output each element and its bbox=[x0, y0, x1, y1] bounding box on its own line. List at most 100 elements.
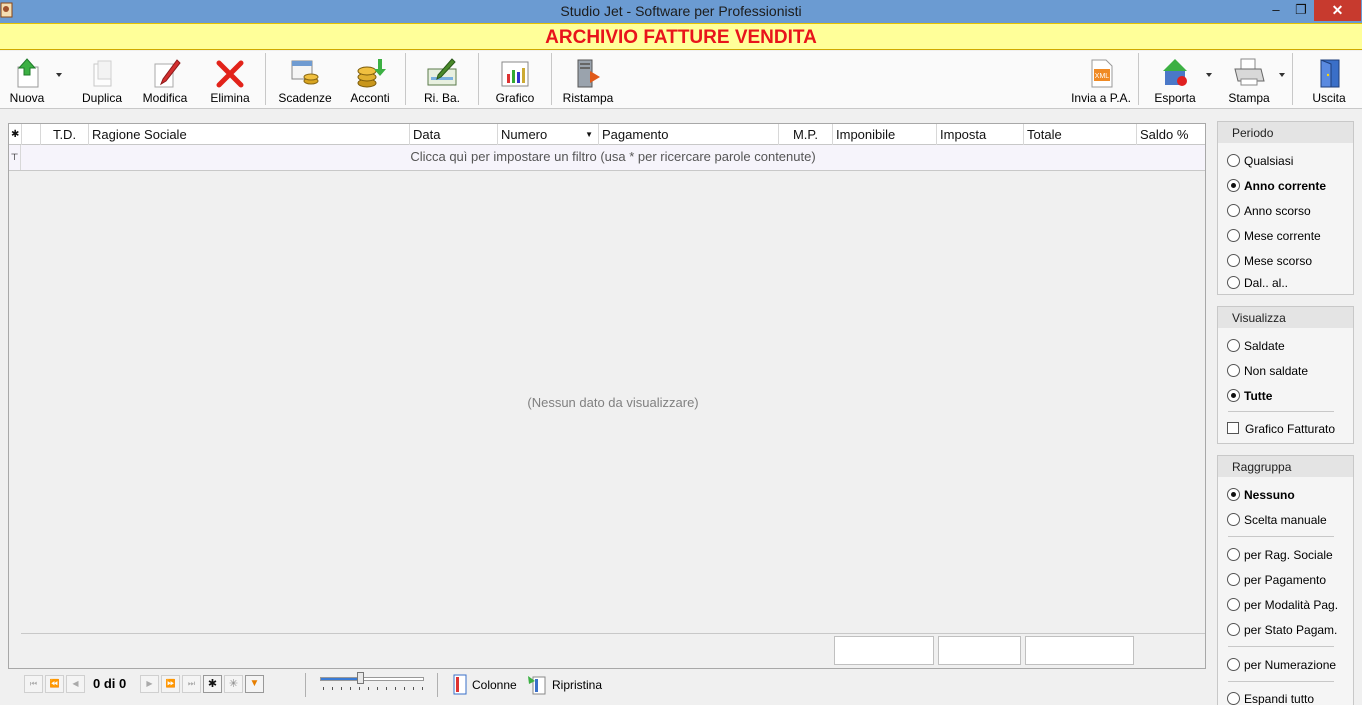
riba-button[interactable]: Ri. Ba. bbox=[416, 55, 468, 107]
close-button[interactable]: ✕ bbox=[1314, 0, 1361, 21]
delete-record-icon[interactable]: ✳ bbox=[224, 675, 243, 693]
periodo-option-label: Dal.. al.. bbox=[1244, 276, 1289, 290]
raggruppa-option[interactable]: per Rag. Sociale bbox=[1227, 547, 1362, 563]
radio-button-icon[interactable] bbox=[1227, 389, 1240, 402]
nuova-button[interactable]: Nuova bbox=[4, 55, 50, 107]
last-record-button[interactable]: ⏭ bbox=[182, 675, 201, 693]
raggruppa-option[interactable]: per Stato Pagam. bbox=[1227, 622, 1362, 638]
checkbox-box[interactable] bbox=[1227, 422, 1239, 434]
esporta-button[interactable]: Esporta bbox=[1148, 55, 1202, 107]
ripristina-button[interactable]: Ripristina bbox=[527, 673, 607, 695]
periodo-option[interactable]: Mese corrente bbox=[1227, 228, 1362, 244]
radio-button-icon[interactable] bbox=[1227, 179, 1240, 192]
column-data[interactable]: Data bbox=[410, 124, 498, 145]
modifica-button[interactable]: Modifica bbox=[138, 55, 192, 107]
grafico-button[interactable]: Grafico bbox=[489, 55, 541, 107]
raggruppa-option[interactable]: Nessuno bbox=[1227, 487, 1362, 503]
previous-page-button[interactable]: ⏪ bbox=[45, 675, 64, 693]
raggruppa-option[interactable]: Espandi tutto bbox=[1227, 691, 1362, 705]
filter-row[interactable]: ⊤ Clicca quì per impostare un filtro (us… bbox=[9, 145, 1205, 171]
raggruppa-option-label: per Stato Pagam. bbox=[1244, 623, 1338, 637]
invia-pa-button[interactable]: XML Invia a P.A. bbox=[1068, 55, 1134, 107]
nuova-dropdown-icon[interactable] bbox=[56, 73, 62, 77]
column-totale[interactable]: Totale bbox=[1024, 124, 1137, 145]
minimize-button[interactable]: ‒ bbox=[1264, 0, 1288, 22]
radio-button-icon[interactable] bbox=[1227, 154, 1240, 167]
colonne-button[interactable]: Colonne bbox=[450, 673, 522, 695]
stampa-button[interactable]: Stampa bbox=[1222, 55, 1276, 107]
column-td[interactable]: T.D. bbox=[41, 124, 89, 145]
radio-button-icon[interactable] bbox=[1227, 488, 1240, 501]
next-page-button[interactable]: ⏩ bbox=[161, 675, 180, 693]
scadenze-button[interactable]: Scadenze bbox=[275, 55, 335, 107]
acconti-button[interactable]: Acconti bbox=[343, 55, 397, 107]
zoom-tick bbox=[368, 687, 369, 690]
radio-button-icon[interactable] bbox=[1227, 513, 1240, 526]
radio-button-icon[interactable] bbox=[1227, 364, 1240, 377]
restore-icon bbox=[528, 676, 546, 695]
raggruppa-option[interactable]: per Pagamento bbox=[1227, 572, 1362, 588]
column-icon[interactable] bbox=[22, 124, 41, 145]
previous-record-button[interactable]: ◀ bbox=[66, 675, 85, 693]
grafico-fatturato-checkbox[interactable]: Grafico Fatturato bbox=[1227, 421, 1347, 437]
first-record-button[interactable]: ⏮ bbox=[24, 675, 43, 693]
periodo-option[interactable]: Mese scorso bbox=[1227, 253, 1362, 269]
visualizza-divider bbox=[1228, 411, 1334, 412]
elimina-button[interactable]: Elimina bbox=[205, 55, 255, 107]
stampa-dropdown-icon[interactable] bbox=[1279, 73, 1285, 77]
column-numero[interactable]: Numero ▼ bbox=[498, 124, 599, 145]
periodo-option[interactable]: Anno scorso bbox=[1227, 203, 1362, 219]
periodo-option[interactable]: Qualsiasi bbox=[1227, 153, 1362, 169]
column-imposta[interactable]: Imposta bbox=[937, 124, 1024, 145]
ristampa-button[interactable]: Ristampa bbox=[560, 55, 616, 107]
column-mp[interactable]: M.P. bbox=[779, 124, 833, 145]
radio-button-icon[interactable] bbox=[1227, 692, 1240, 705]
visualizza-option-label: Tutte bbox=[1244, 389, 1273, 403]
radio-button-icon[interactable] bbox=[1227, 204, 1240, 217]
radio-button-icon[interactable] bbox=[1227, 339, 1240, 352]
duplica-button[interactable]: Duplica bbox=[76, 55, 128, 107]
radio-button-icon[interactable] bbox=[1227, 548, 1240, 561]
column-numero-label: Numero bbox=[501, 127, 548, 142]
radio-button-icon[interactable] bbox=[1227, 658, 1240, 671]
zoom-tick bbox=[386, 687, 387, 690]
periodo-option-label: Mese corrente bbox=[1244, 229, 1321, 243]
column-pagamento[interactable]: Pagamento bbox=[599, 124, 779, 145]
radio-button-icon[interactable] bbox=[1227, 598, 1240, 611]
radio-button-icon[interactable] bbox=[1227, 254, 1240, 267]
imposta-total bbox=[938, 636, 1021, 665]
export-icon bbox=[1163, 59, 1187, 86]
maximize-button[interactable]: ❐ bbox=[1289, 0, 1313, 22]
filter-hint[interactable]: Clicca quì per impostare un filtro (usa … bbox=[9, 149, 1217, 164]
record-counter: 0 di 0 bbox=[93, 676, 127, 691]
next-record-button[interactable]: ▶ bbox=[140, 675, 159, 693]
radio-button-icon[interactable] bbox=[1227, 623, 1240, 636]
visualizza-option[interactable]: Non saldate bbox=[1227, 363, 1362, 379]
columns-icon bbox=[453, 674, 467, 695]
filter-funnel-icon[interactable]: ▼ bbox=[245, 675, 264, 693]
column-select-all[interactable]: ✱ bbox=[9, 124, 22, 145]
radio-button-icon[interactable] bbox=[1227, 229, 1240, 242]
esporta-dropdown-icon[interactable] bbox=[1206, 73, 1212, 77]
zoom-slider-thumb[interactable] bbox=[357, 672, 364, 684]
raggruppa-option[interactable]: Scelta manuale bbox=[1227, 512, 1362, 528]
new-record-icon[interactable]: ✱ bbox=[203, 675, 222, 693]
invoice-grid[interactable]: ✱ T.D. Ragione Sociale Data Numero ▼ Pag… bbox=[8, 123, 1206, 669]
radio-button-icon[interactable] bbox=[1227, 276, 1240, 289]
column-saldo[interactable]: Saldo % bbox=[1137, 124, 1205, 145]
visualizza-option[interactable]: Tutte bbox=[1227, 388, 1362, 404]
summary-footer bbox=[21, 633, 1205, 668]
visualizza-option[interactable]: Saldate bbox=[1227, 338, 1362, 354]
uscita-button[interactable]: Uscita bbox=[1304, 55, 1354, 107]
record-navigator: ⏮ ⏪ ◀ 0 di 0 ▶ ⏩ ⏭ ✱ ✳ ▼ Colonne Riprist… bbox=[0, 670, 1210, 705]
column-ragione-sociale[interactable]: Ragione Sociale bbox=[89, 124, 410, 145]
radio-button-icon[interactable] bbox=[1227, 573, 1240, 586]
periodo-option-label: Anno corrente bbox=[1244, 179, 1327, 193]
periodo-option[interactable]: Anno corrente bbox=[1227, 178, 1362, 194]
bar-chart-icon bbox=[501, 61, 529, 87]
scadenze-label: Scadenze bbox=[278, 91, 332, 105]
raggruppa-option[interactable]: per Modalità Pag. bbox=[1227, 597, 1362, 613]
raggruppa-option[interactable]: per Numerazione bbox=[1227, 657, 1362, 673]
column-imponibile[interactable]: Imponibile bbox=[833, 124, 937, 145]
periodo-option[interactable]: Dal.. al.. bbox=[1227, 275, 1362, 291]
